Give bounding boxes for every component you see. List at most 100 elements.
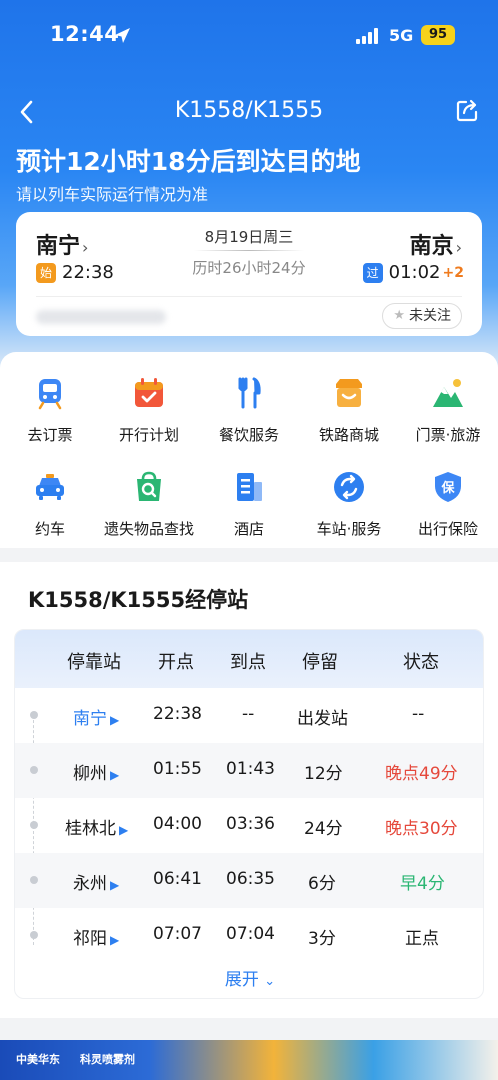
svg-text:保: 保 [440, 480, 455, 496]
services-grid: 去订票 开行计划 餐饮服务 铁路商城 门票·旅游 约车 遗失物品查找 酒店 车站… [0, 352, 498, 548]
service-hotel[interactable]: 酒店 [199, 470, 299, 539]
battery-indicator: 95 [421, 25, 455, 45]
stop-arrive: 01:43 [226, 759, 275, 779]
service-ride[interactable]: 约车 [0, 470, 100, 539]
service-station[interactable]: 车站·服务 [299, 470, 399, 539]
service-dining[interactable]: 餐饮服务 [199, 376, 299, 445]
stop-arrive: 07:04 [226, 924, 275, 944]
stop-status: 正点 [405, 929, 439, 949]
stop-status: 晚点30分 [385, 819, 458, 839]
stop-stay: 3分 [308, 929, 336, 949]
ad-banner[interactable]: 中美华东 科灵喷雾剂 [0, 1040, 498, 1080]
stop-station: 柳州 ▶ [73, 764, 120, 784]
col-depart: 开点 [158, 652, 194, 673]
col-station: 停靠站 [67, 652, 121, 673]
stop-depart: 06:41 [153, 869, 202, 889]
stops-table-header: 停靠站 开点 到点 停留 状态 [15, 630, 483, 688]
status-time: 12:44 [50, 22, 120, 46]
service-railway-mall[interactable]: 铁路商城 [299, 376, 399, 445]
page-title: K1558/K1555 [174, 98, 324, 123]
stop-depart: 22:38 [153, 704, 202, 724]
service-lost-found[interactable]: 遗失物品查找 [99, 470, 199, 539]
departure-time: 22:38 [62, 262, 114, 283]
stops-table: 停靠站 开点 到点 停留 状态 南宁 ▶ 22:38 -- 出发站 -- 柳州 ▶ … [14, 629, 484, 999]
shop-icon [336, 379, 362, 407]
expand-button[interactable]: 展开 ⌄ [15, 965, 483, 990]
origin-tag: 始 [36, 262, 56, 283]
chevron-down-icon: ⌄ [264, 974, 276, 989]
arrival-time: 01:02 [388, 262, 441, 283]
table-row[interactable]: 永州 ▶ 06:41 06:35 6分 早4分 [15, 853, 483, 908]
trip-card: 南宁 › 南京 › 8月19日周三 历时26小时24分 始 22:38 过 01:0… [16, 212, 482, 336]
signal-icon [356, 28, 378, 44]
stop-arrive: -- [242, 704, 255, 724]
follow-button[interactable]: ★ 未关注 [382, 303, 462, 329]
stop-depart: 01:55 [153, 759, 202, 779]
duration-divider [194, 250, 304, 251]
stop-arrive: 06:35 [226, 869, 275, 889]
stop-status: 晚点49分 [385, 764, 458, 784]
table-row[interactable]: 桂林北 ▶ 04:00 03:36 24分 晚点30分 [15, 798, 483, 853]
table-row[interactable]: 祁阳 ▶ 07:07 07:04 3分 正点 [15, 908, 483, 963]
triangle-right-icon: ▶ [119, 823, 129, 837]
departure-time-row: 始 22:38 [36, 262, 114, 283]
eta-headline: 预计12小时18分后到达目的地 [16, 147, 361, 176]
stop-dot [30, 931, 38, 939]
status-bar: 12:44 5G 95 [0, 22, 498, 54]
taxi-icon [36, 474, 64, 500]
mountain-icon [433, 379, 463, 407]
stop-depart: 07:07 [153, 924, 202, 944]
col-stay: 停留 [302, 652, 338, 673]
col-arrive: 到点 [230, 652, 266, 673]
stop-station: 桂林北 ▶ [65, 819, 129, 839]
stops-section: K1558/K1555经停站 停靠站 开点 到点 停留 状态 南宁 ▶ 22:38… [0, 562, 498, 1018]
station-service-icon [334, 472, 364, 502]
divider [36, 296, 462, 297]
stop-station: 南宁 ▶ [73, 709, 120, 729]
service-schedule[interactable]: 开行计划 [99, 376, 199, 445]
share-icon[interactable] [454, 98, 480, 124]
triangle-right-icon: ▶ [110, 878, 120, 892]
stop-station: 祁阳 ▶ [73, 929, 120, 949]
service-tickets-travel[interactable]: 门票·旅游 [398, 376, 498, 445]
stop-dot [30, 766, 38, 774]
triangle-right-icon: ▶ [110, 713, 120, 727]
nav-bar: K1558/K1555 [0, 96, 498, 130]
stop-stay: 12分 [304, 764, 343, 784]
stop-dot [30, 876, 38, 884]
triangle-right-icon: ▶ [110, 768, 120, 782]
stop-stay: 24分 [304, 819, 343, 839]
redacted-text [36, 310, 166, 324]
triangle-right-icon: ▶ [110, 933, 120, 947]
network-type: 5G [389, 26, 414, 45]
stop-dot [30, 711, 38, 719]
arrival-time-row: 过 01:02 +2 [362, 262, 464, 283]
stop-status: 早4分 [400, 874, 445, 894]
stop-arrive: 03:36 [226, 814, 275, 834]
lost-bag-icon [137, 471, 161, 501]
passing-tag: 过 [362, 262, 383, 283]
stop-station: 永州 ▶ [73, 874, 120, 894]
follow-label: 未关注 [409, 308, 451, 324]
calendar-icon [135, 378, 163, 407]
location-arrow-icon [115, 28, 130, 43]
service-insurance[interactable]: 保 出行保险 [398, 470, 498, 539]
train-ticket-icon [38, 379, 62, 410]
col-status: 状态 [403, 652, 439, 673]
stop-stay: 出发站 [297, 709, 348, 729]
star-icon: ★ [393, 308, 405, 323]
stop-depart: 04:00 [153, 814, 202, 834]
table-row[interactable]: 柳州 ▶ 01:55 01:43 12分 晚点49分 [15, 743, 483, 798]
stops-title: K1558/K1555经停站 [28, 588, 249, 612]
day-offset: +2 [442, 264, 464, 281]
eta-note: 请以列车实际运行情况为准 [16, 185, 209, 204]
stop-dot [30, 821, 38, 829]
hotel-icon [237, 473, 262, 501]
travel-date: 8月19日周三 [204, 228, 294, 246]
table-row[interactable]: 南宁 ▶ 22:38 -- 出发站 -- [15, 688, 483, 743]
ad-brand-1: 中美华东 [16, 1053, 60, 1066]
service-book-ticket[interactable]: 去订票 [0, 376, 100, 445]
dining-icon [238, 377, 261, 409]
stop-status: -- [412, 704, 425, 724]
insurance-shield-icon: 保 [435, 472, 461, 502]
